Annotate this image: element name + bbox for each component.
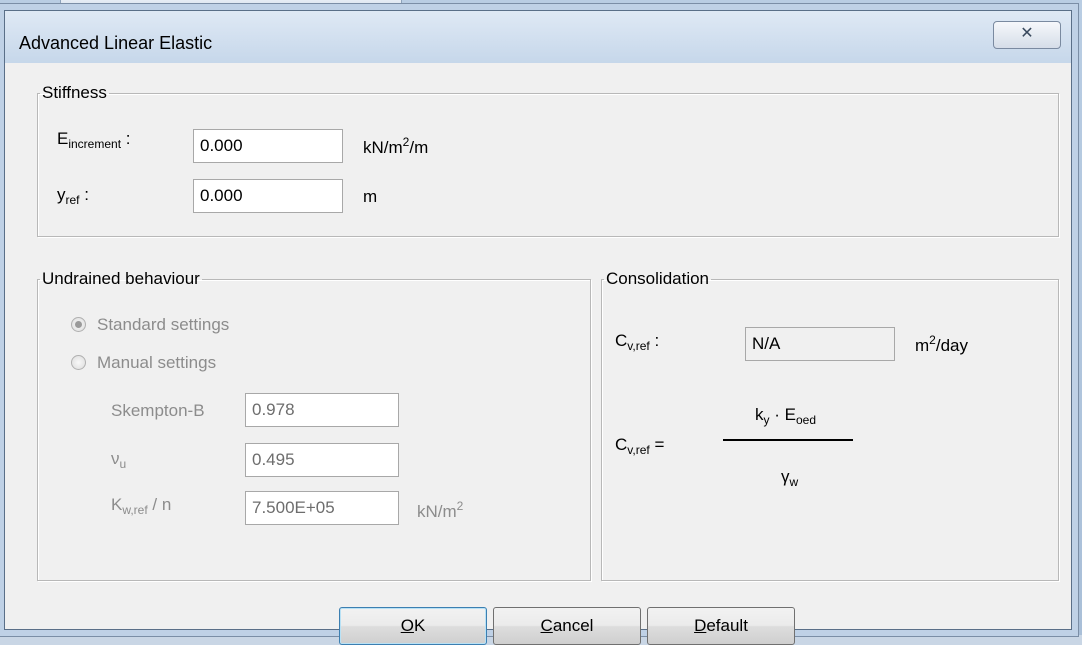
advanced-linear-elastic-dialog: Advanced Linear Elastic ✕ Stiffness Einc… (4, 10, 1072, 645)
skempton-b-label: Skempton-B (111, 401, 205, 420)
kw-ref-unit: kN/m2 (417, 499, 464, 521)
e-increment-input[interactable] (193, 129, 343, 163)
stiffness-group: Stiffness (37, 83, 1059, 237)
manual-settings-radio[interactable] (71, 355, 86, 370)
y-ref-input[interactable] (193, 179, 343, 213)
ok-button[interactable]: OK (339, 607, 487, 645)
cv-ref-unit: m2/day (915, 333, 968, 355)
standard-settings-radio[interactable] (71, 317, 86, 332)
dialog-client-area: Stiffness Eincrement : kN/m2/m yref : m … (11, 63, 1065, 645)
y-ref-label: yref : (57, 185, 89, 207)
y-ref-unit: m (363, 187, 378, 206)
title-bar[interactable]: Advanced Linear Elastic ✕ (5, 11, 1071, 63)
stiffness-legend: Stiffness (42, 83, 107, 102)
formula-denominator: γw (781, 467, 799, 489)
undrained-legend: Undrained behaviour (42, 269, 200, 288)
default-button[interactable]: Default (647, 607, 795, 645)
e-increment-label: Eincrement : (57, 129, 131, 151)
kw-ref-input[interactable] (245, 491, 399, 525)
cv-ref-label: Cv,ref : (615, 331, 660, 353)
skempton-b-input[interactable] (245, 393, 399, 427)
kw-ref-label: Kw,ref / n (111, 495, 172, 517)
standard-settings-label[interactable]: Standard settings (97, 315, 229, 335)
manual-settings-label[interactable]: Manual settings (97, 353, 216, 373)
e-increment-unit: kN/m2/m (363, 135, 429, 157)
cv-ref-input[interactable] (745, 327, 895, 361)
dialog-title: Advanced Linear Elastic (19, 33, 213, 53)
formula-lhs: Cv,ref = (615, 435, 665, 457)
cancel-button[interactable]: Cancel (493, 607, 641, 645)
nu-u-input[interactable] (245, 443, 399, 477)
close-button[interactable]: ✕ (993, 21, 1061, 49)
close-icon: ✕ (1020, 25, 1034, 42)
consolidation-group: Consolidation (601, 269, 1059, 581)
formula-fraction-bar (723, 439, 853, 441)
formula-numerator: ky · Eoed (755, 405, 817, 427)
nu-u-label: νu (111, 449, 127, 471)
consolidation-legend: Consolidation (606, 269, 710, 288)
